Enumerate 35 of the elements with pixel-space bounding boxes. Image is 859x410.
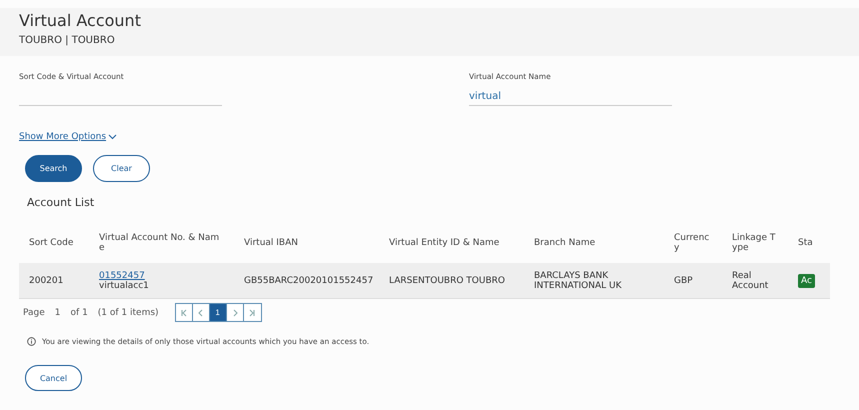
page-title: Virtual Account [19, 11, 142, 30]
table-cell-text: Real Account [732, 270, 770, 290]
table-cell-text: LARSENTOUBRO TOUBRO [389, 276, 506, 286]
page-button[interactable]: 1 [210, 304, 227, 321]
chevron-right-icon [230, 308, 239, 316]
last-page-icon [248, 308, 256, 316]
table-cell-text: virtualacc1 [99, 280, 150, 290]
chevron-left-icon [196, 308, 205, 316]
page-number: 1 [54, 308, 61, 318]
clear-button[interactable]: Clear [93, 155, 150, 182]
section-title: Account List [27, 196, 96, 209]
page-subtitle: TOUBRO | TOUBRO [19, 35, 116, 46]
item-count: (1 of 1 items) [98, 308, 159, 318]
page-label: Page [23, 308, 45, 318]
column-header: Linkage Type [722, 223, 788, 263]
chevron-down-icon [108, 134, 118, 140]
account-link[interactable]: 01552457 [99, 270, 224, 280]
column-header: Sort Code [19, 223, 89, 263]
info-icon [27, 337, 36, 346]
column-header: Sta [788, 223, 830, 263]
table-cell-text: GBP [674, 276, 694, 286]
first-page-icon [180, 308, 188, 316]
column-header: Virtual Entity ID & Name [379, 223, 524, 263]
page-count: of 1 [70, 308, 88, 318]
column-header: Virtual Account No. & Name [89, 223, 234, 263]
status-badge: Ac [798, 274, 815, 288]
column-header: Virtual IBAN [234, 223, 379, 263]
show-more-link[interactable]: Show More Options [19, 132, 118, 142]
table-cell-text: 200201 [29, 276, 64, 286]
column-header: Branch Name [524, 223, 664, 263]
column-header: Currency [664, 223, 722, 263]
cancel-button[interactable]: Cancel [25, 365, 82, 391]
input-field[interactable]: virtual [469, 87, 672, 106]
search-button[interactable]: Search [25, 155, 82, 182]
table-cell-text: BARCLAYS BANK INTERNATIONAL UK [534, 270, 623, 290]
